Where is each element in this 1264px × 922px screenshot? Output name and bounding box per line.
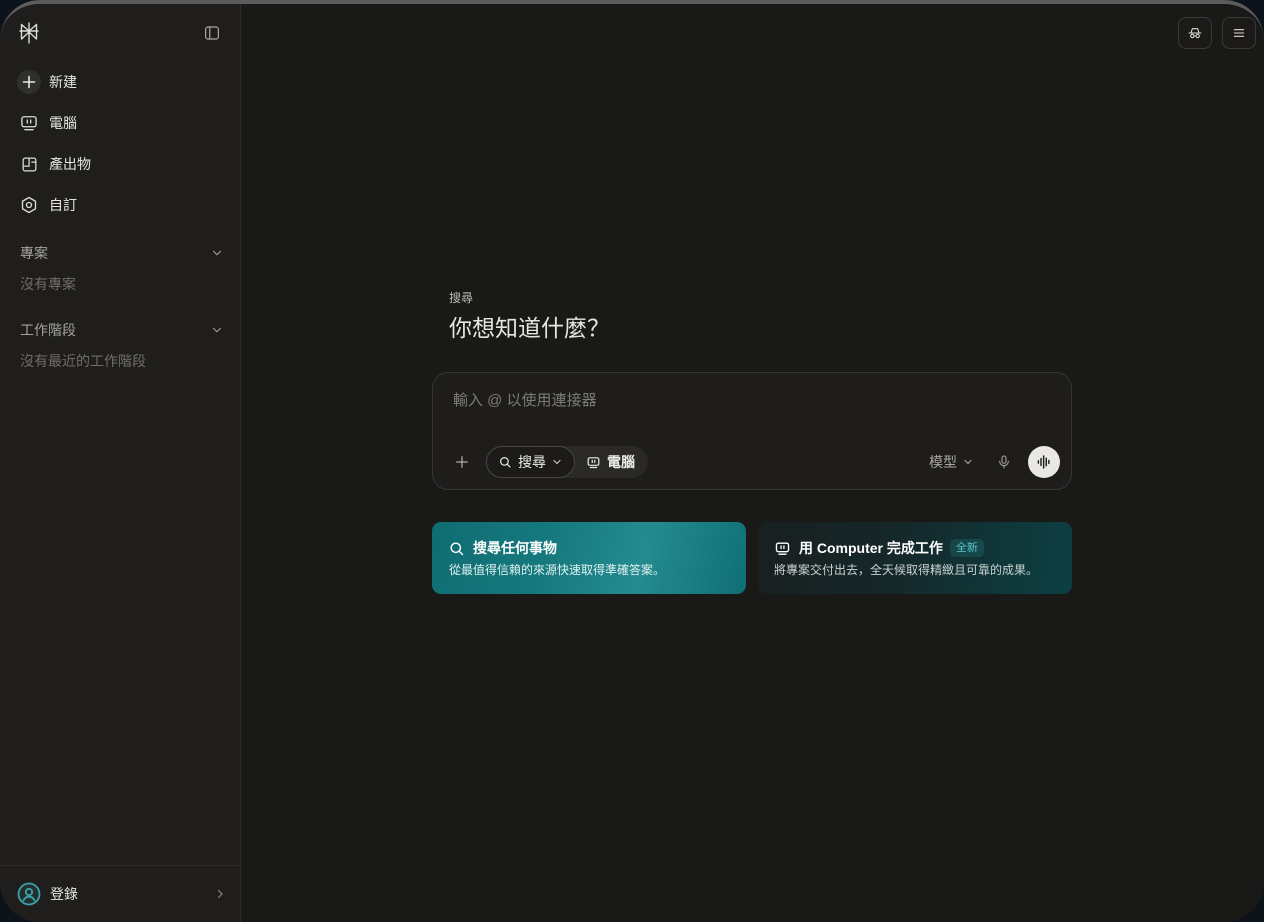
search-icon: [498, 455, 512, 469]
composer-input[interactable]: [453, 390, 1053, 414]
menu-icon: [1231, 25, 1247, 41]
card-title-text: 用 Computer 完成工作: [799, 540, 943, 556]
card-subtitle: 將專案交付出去，全天候取得精緻且可靠的成果。: [774, 563, 1039, 577]
sidebar: 新建 電腦 產出物 自訂 專案 沒有專案 工作階段 沒有最近的工作階段 登錄: [0, 4, 241, 922]
section-title: 工作階段: [20, 322, 76, 338]
computer-icon: [16, 110, 42, 136]
sidebar-item-label: 自訂: [49, 197, 77, 213]
sidebar-toggle-button[interactable]: [203, 23, 223, 43]
sidebar-item-label: 新建: [49, 74, 77, 90]
card-title: 搜尋任何事物: [448, 539, 557, 557]
page-eyebrow: 搜尋: [449, 291, 474, 305]
card-title-text: 搜尋任何事物: [473, 540, 557, 556]
plus-circle-icon: [16, 69, 42, 95]
page-title: 你想知道什麼？: [449, 315, 610, 341]
section-empty-text: 沒有專案: [20, 276, 76, 292]
new-badge: 全新: [949, 539, 984, 557]
waveform-icon: [1035, 453, 1053, 471]
sidebar-item-label: 電腦: [49, 115, 77, 131]
search-icon: [448, 540, 465, 557]
attach-button[interactable]: [448, 448, 476, 476]
incognito-icon: [1187, 25, 1203, 41]
composer: 搜尋 電腦 模型: [432, 372, 1072, 490]
chevron-down-icon: [210, 246, 224, 260]
chevron-down-icon: [551, 456, 563, 468]
section-empty-text: 沒有最近的工作階段: [20, 353, 146, 369]
perplexity-logo-icon[interactable]: [17, 21, 41, 45]
customize-icon: [16, 192, 42, 218]
menu-button[interactable]: [1222, 17, 1256, 49]
dictation-button[interactable]: [992, 450, 1016, 474]
sidebar-divider: [0, 865, 240, 866]
user-avatar-icon: [17, 882, 41, 906]
microphone-icon: [996, 454, 1012, 470]
mode-search-button[interactable]: 搜尋: [486, 446, 575, 478]
card-subtitle: 從最值得信賴的來源快速取得準確答案。: [449, 563, 666, 577]
section-title: 專案: [20, 245, 48, 261]
chevron-down-icon: [210, 323, 224, 337]
section-sessions-header[interactable]: 工作階段: [8, 318, 232, 342]
mode-switcher: 搜尋 電腦: [486, 446, 648, 478]
incognito-button[interactable]: [1178, 17, 1212, 49]
artifacts-icon: [16, 151, 42, 177]
chevron-right-icon: [214, 888, 226, 900]
plus-icon: [453, 453, 471, 471]
sidebar-item-new[interactable]: 新建: [8, 64, 232, 100]
computer-icon: [586, 455, 601, 470]
model-selector[interactable]: 模型: [929, 450, 974, 474]
sidebar-item-customize[interactable]: 自訂: [8, 187, 232, 223]
computer-work-card[interactable]: 用 Computer 完成工作 全新 將專案交付出去，全天候取得精緻且可靠的成果…: [758, 522, 1072, 594]
sidebar-item-artifacts[interactable]: 產出物: [8, 146, 232, 182]
app-window: 新建 電腦 產出物 自訂 專案 沒有專案 工作階段 沒有最近的工作階段 登錄 搜…: [0, 0, 1264, 922]
mode-computer-button[interactable]: 電腦: [575, 446, 635, 478]
sidebar-item-label: 產出物: [49, 156, 91, 172]
mode-label: 搜尋: [518, 454, 546, 470]
sidebar-toggle-icon: [203, 24, 223, 42]
voice-mode-button[interactable]: [1028, 446, 1060, 478]
card-title: 用 Computer 完成工作 全新: [774, 539, 984, 557]
mode-label: 電腦: [607, 454, 635, 470]
section-projects-header[interactable]: 專案: [8, 241, 232, 265]
search-anything-card[interactable]: 搜尋任何事物 從最值得信賴的來源快速取得準確答案。: [432, 522, 746, 594]
computer-icon: [774, 540, 791, 557]
model-label: 模型: [929, 454, 957, 470]
app-layer: 新建 電腦 產出物 自訂 專案 沒有專案 工作階段 沒有最近的工作階段 登錄 搜…: [0, 4, 1264, 922]
sign-in-label: 登錄: [50, 886, 78, 902]
chevron-down-icon: [962, 456, 974, 468]
sidebar-item-computer[interactable]: 電腦: [8, 105, 232, 141]
sign-in-button[interactable]: 登錄: [8, 876, 232, 912]
